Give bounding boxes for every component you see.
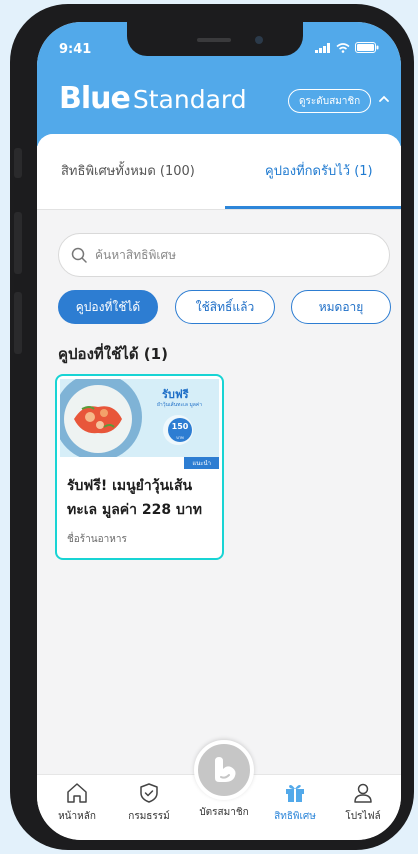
logo-mark: Blue [59,81,131,116]
phone-frame: 9:41 Blue Standard ดูระดับสมาชิก สิทธิพิ… [10,4,414,850]
volume-up-button [14,212,22,274]
search-placeholder: ค้นหาสิทธิพิเศษ [95,247,176,262]
banner-unit: บาท [176,435,184,440]
app-screen: 9:41 Blue Standard ดูระดับสมาชิก สิทธิพิ… [37,22,401,840]
home-icon [67,783,87,803]
filter-expired[interactable]: หมดอายุ [291,290,391,324]
coupon-image: รับฟรี ยำวุ้นเส้นทะเล มูลค่า 150 บาท [60,379,219,457]
wifi-icon [336,42,350,53]
nav-item-member-card[interactable]: บัตรสมาชิก [192,801,256,820]
shield-icon [140,783,158,803]
status-icons [315,42,379,53]
tab-all-privileges[interactable]: สิทธิพิเศษทั้งหมด (100) [61,160,195,181]
speaker-grille [197,38,231,42]
nav-label-profile: โปรไฟล์ [345,811,381,822]
nav-label-home: หน้าหลัก [58,811,96,822]
search-input[interactable]: ค้นหาสิทธิพิเศษ [58,233,390,277]
banner-subtext: ยำวุ้นเส้นทะเล มูลค่า [157,402,202,408]
section-title: คูปองที่ใช้ได้ (1) [58,345,168,363]
privileges-tabs: สิทธิพิเศษทั้งหมด (100) คูปองที่กดรับไว้… [37,134,401,210]
coupon-shop-name: ชื่อร้านอาหาร [67,534,127,545]
nav-item-privileges[interactable]: สิทธิพิเศษ [263,781,327,824]
nav-label-policy: กรมธรรม์ [128,811,170,822]
gift-icon [286,785,304,802]
nav-label-privileges: สิทธิพิเศษ [274,811,316,822]
filter-available[interactable]: คูปองที่ใช้ได้ [58,290,158,324]
battery-icon [355,42,379,53]
active-tab-indicator [225,206,401,209]
search-icon [71,247,87,263]
signal-icon [315,42,330,53]
volume-down-button [14,292,22,354]
nav-label-member-card: บัตรสมาชิก [199,807,249,818]
profile-icon [354,783,372,803]
recommended-tag: แนะนำ [184,457,219,469]
camera-notch [127,22,303,56]
membership-level-button[interactable]: ดูระดับสมาชิก [288,89,372,113]
front-camera [255,36,263,44]
banner-value: 150 [171,422,189,431]
coupon-card[interactable]: รับฟรี ยำวุ้นเส้นทะเล มูลค่า 150 บาท แนะ… [55,374,224,560]
app-logo: Blue Standard [59,82,247,116]
nav-item-policy[interactable]: กรมธรรม์ [117,781,181,824]
nav-item-profile[interactable]: โปรไฟล์ [331,781,395,824]
privileges-panel: สิทธิพิเศษทั้งหมด (100) คูปองที่กดรับไว้… [37,134,401,774]
member-card-icon [215,757,236,782]
chevron-up-icon[interactable] [377,92,391,106]
nav-item-home[interactable]: หน้าหลัก [45,781,109,824]
mute-switch [14,148,22,178]
logo-text: Standard [132,84,247,114]
status-time: 9:41 [59,42,92,57]
tab-claimed-coupons[interactable]: คูปองที่กดรับไว้ (1) [265,160,373,181]
member-card-button[interactable] [194,740,254,800]
app-header: 9:41 Blue Standard ดูระดับสมาชิก [37,22,401,146]
coupon-banner [60,379,219,457]
filter-used[interactable]: ใช้สิทธิ์แล้ว [175,290,275,324]
coupon-title: รับฟรี! เมนูยำวุ้นเส้นทะเล มูลค่า 228 บา… [67,478,202,518]
